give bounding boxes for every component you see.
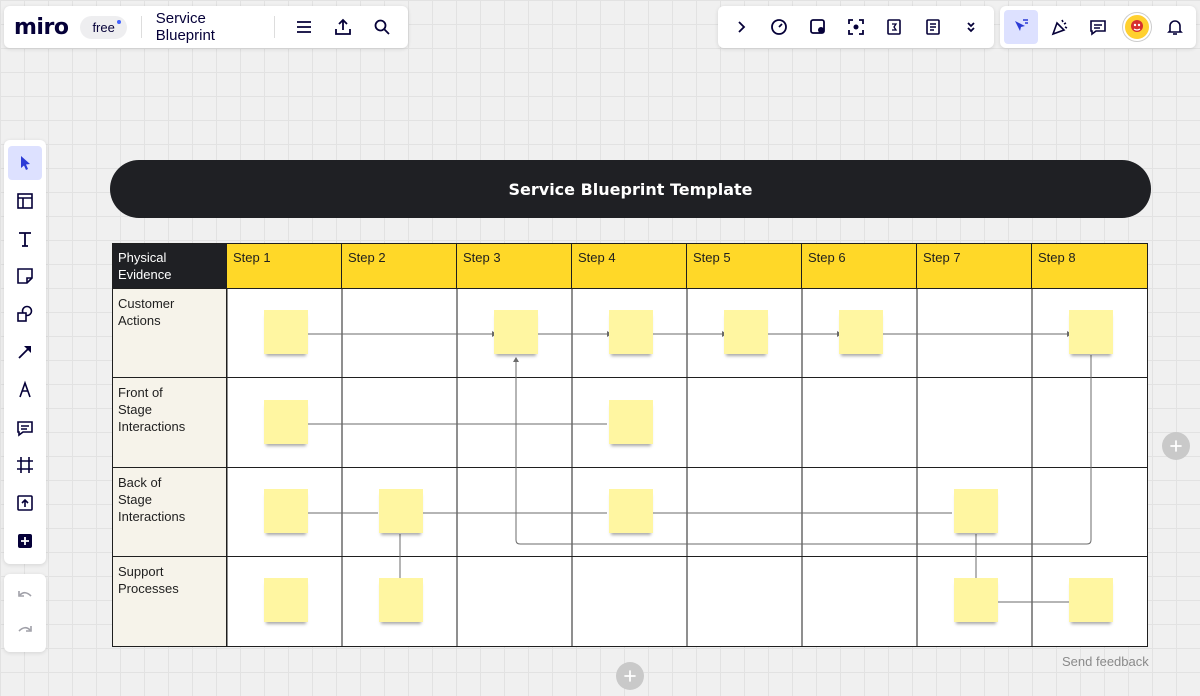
lane-front-stage: [227, 378, 1148, 468]
comment-icon[interactable]: [1081, 10, 1115, 44]
history-toolbar: [4, 574, 46, 652]
upload-tool-icon[interactable]: [8, 486, 42, 520]
plus-icon: [1170, 440, 1182, 452]
sticky-note[interactable]: [379, 578, 423, 622]
sticky-note[interactable]: [954, 489, 998, 533]
add-column-button[interactable]: [1162, 432, 1190, 460]
creation-toolbar: [4, 140, 46, 564]
lane-customer-actions: [227, 289, 1148, 378]
sticky-note-icon[interactable]: [8, 259, 42, 293]
timer-icon[interactable]: [762, 10, 796, 44]
chevron-right-icon[interactable]: [724, 10, 758, 44]
text-icon[interactable]: [8, 222, 42, 256]
reactions-icon[interactable]: [1043, 10, 1077, 44]
avatar: [1122, 13, 1151, 41]
cursor-select-icon[interactable]: [1004, 10, 1038, 44]
plus-icon: [624, 670, 636, 682]
avatar-button[interactable]: [1120, 10, 1154, 44]
row-header[interactable]: Front of Stage Interactions: [112, 378, 227, 468]
row-header[interactable]: Back of Stage Interactions: [112, 468, 227, 557]
chevron-double-down-icon[interactable]: [954, 10, 988, 44]
row-header[interactable]: Support Processes: [112, 557, 227, 647]
more-icon[interactable]: [8, 524, 42, 558]
user-toolbar: [1000, 6, 1196, 48]
step-header[interactable]: Step 1: [227, 243, 342, 289]
step-header[interactable]: Step 5: [687, 243, 802, 289]
corner-label: Physical Evidence: [112, 243, 227, 289]
row-header[interactable]: Customer Actions: [112, 289, 227, 378]
sticky-note[interactable]: [839, 310, 883, 354]
sticky-note[interactable]: [264, 400, 308, 444]
sticky-note[interactable]: [379, 489, 423, 533]
miro-logo[interactable]: miro: [14, 15, 69, 40]
template-icon[interactable]: [8, 184, 42, 218]
step-header[interactable]: Step 8: [1032, 243, 1148, 289]
step-header[interactable]: Step 6: [802, 243, 917, 289]
step-header[interactable]: Step 7: [917, 243, 1032, 289]
comment-tool-icon[interactable]: [8, 411, 42, 445]
shapes-icon[interactable]: [8, 297, 42, 331]
sticky-note[interactable]: [954, 578, 998, 622]
sticky-note[interactable]: [1069, 578, 1113, 622]
sticky-note[interactable]: [609, 310, 653, 354]
notes-icon[interactable]: [916, 10, 950, 44]
divider: [140, 16, 142, 38]
sticky-note[interactable]: [609, 400, 653, 444]
lane-back-stage: [227, 468, 1148, 557]
badge-dot: [116, 19, 121, 24]
select-icon[interactable]: [8, 146, 42, 180]
bell-icon[interactable]: [1158, 10, 1192, 44]
send-feedback-link[interactable]: Send feedback: [1062, 654, 1149, 669]
sticky-note[interactable]: [264, 489, 308, 533]
step-header[interactable]: Step 3: [457, 243, 572, 289]
collaboration-toolbar: [718, 6, 994, 48]
plan-badge[interactable]: free: [80, 15, 127, 39]
search-icon[interactable]: [367, 10, 398, 44]
sticky-note[interactable]: [264, 578, 308, 622]
sticky-note[interactable]: [494, 310, 538, 354]
plan-badge-label: free: [92, 19, 115, 35]
focus-icon[interactable]: [839, 10, 873, 44]
sticky-note[interactable]: [1069, 310, 1113, 354]
pen-icon[interactable]: [8, 373, 42, 407]
voting-icon[interactable]: [801, 10, 835, 44]
divider: [273, 16, 275, 38]
redo-icon[interactable]: [8, 614, 42, 648]
board-title[interactable]: Service Blueprint: [156, 10, 260, 44]
upload-icon[interactable]: [328, 10, 359, 44]
board-header: miro free Service Blueprint: [4, 6, 408, 48]
sticky-note[interactable]: [264, 310, 308, 354]
sticky-note[interactable]: [609, 489, 653, 533]
step-header[interactable]: Step 4: [572, 243, 687, 289]
sticky-note[interactable]: [724, 310, 768, 354]
step-header[interactable]: Step 2: [342, 243, 457, 289]
undo-icon[interactable]: [8, 579, 42, 613]
frame-icon[interactable]: [8, 449, 42, 483]
banner-title: Service Blueprint Template: [508, 179, 753, 199]
template-banner[interactable]: Service Blueprint Template: [110, 160, 1151, 218]
menu-icon[interactable]: [289, 10, 320, 44]
lane-support: [227, 557, 1148, 647]
calendar-icon[interactable]: [877, 10, 911, 44]
add-row-button[interactable]: [616, 662, 644, 690]
arrow-icon[interactable]: [8, 335, 42, 369]
